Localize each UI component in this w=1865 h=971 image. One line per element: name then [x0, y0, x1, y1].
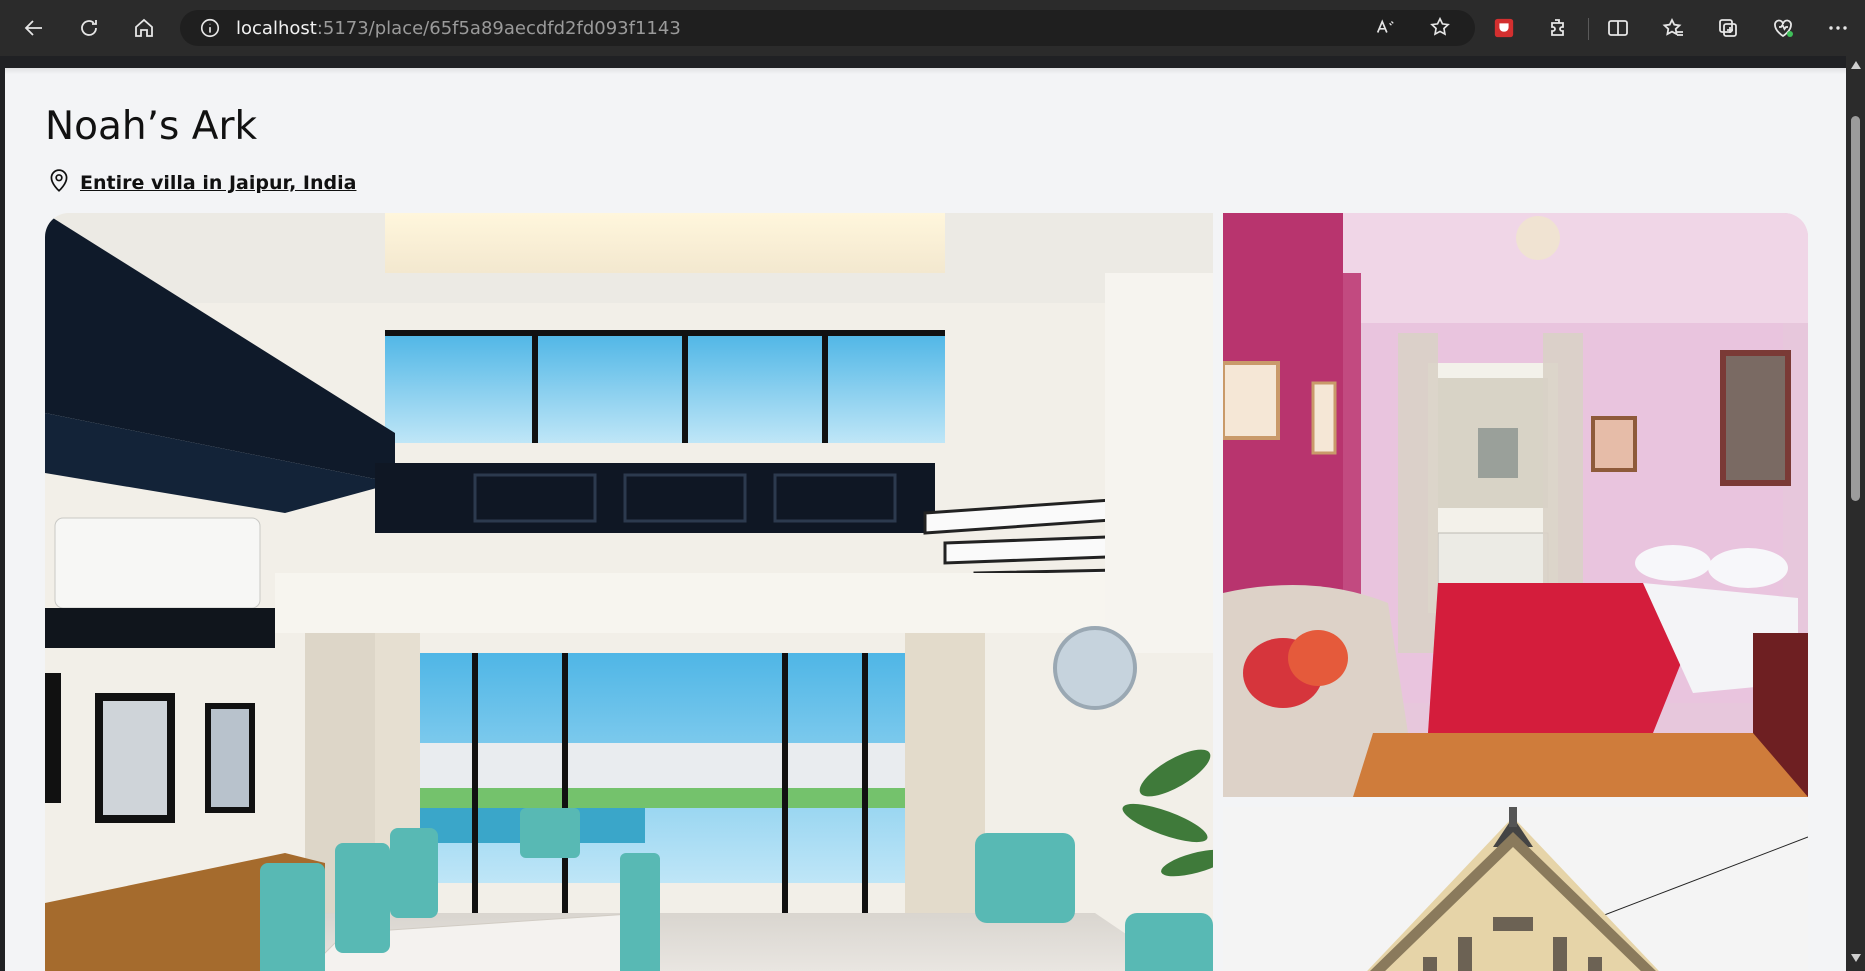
extensions-icon[interactable]	[1540, 10, 1576, 46]
split-screen-icon[interactable]	[1600, 10, 1636, 46]
scroll-down-arrow-icon[interactable]	[1846, 953, 1865, 967]
address-bar[interactable]: localhost:5173/place/65f5a89aecdfd2fd093…	[180, 10, 1475, 46]
header-shadow	[5, 68, 1846, 74]
back-icon[interactable]	[16, 10, 52, 46]
photo-gallery	[45, 213, 1810, 971]
read-aloud-icon[interactable]	[1370, 12, 1400, 42]
scrollbar-thumb[interactable]	[1851, 116, 1860, 501]
pink-bedroom-photo[interactable]	[1223, 213, 1808, 797]
place-title: Noah’s Ark	[45, 104, 258, 149]
collections-icon[interactable]	[1710, 10, 1746, 46]
reload-icon[interactable]	[71, 10, 107, 46]
place-location[interactable]: Entire villa in Jaipur, India	[46, 168, 356, 198]
scroll-up-arrow-icon[interactable]	[1846, 60, 1865, 74]
vertical-scrollbar[interactable]	[1846, 56, 1865, 971]
url-path: :5173/place/65f5a89aecdfd2fd093f1143	[316, 17, 681, 39]
page-viewport: Noah’s Ark Entire villa in Jaipur, India	[5, 68, 1846, 971]
villa-living-room-photo[interactable]	[45, 213, 1213, 971]
map-pin-icon	[46, 168, 72, 198]
favorite-star-icon[interactable]	[1425, 12, 1455, 42]
info-icon[interactable]	[198, 16, 222, 40]
url-host: localhost	[236, 17, 317, 39]
more-icon[interactable]	[1820, 10, 1856, 46]
browser-essentials-icon[interactable]	[1765, 10, 1801, 46]
building-facade-photo[interactable]	[1223, 807, 1808, 971]
url-text[interactable]: localhost:5173/place/65f5a89aecdfd2fd093…	[236, 18, 681, 39]
favorites-icon[interactable]	[1655, 10, 1691, 46]
home-icon[interactable]	[126, 10, 162, 46]
browser-toolbar: localhost:5173/place/65f5a89aecdfd2fd093…	[0, 0, 1865, 56]
toolbar-separator	[1588, 18, 1589, 40]
extension-red-icon[interactable]	[1486, 10, 1522, 46]
location-link[interactable]: Entire villa in Jaipur, India	[80, 172, 356, 194]
